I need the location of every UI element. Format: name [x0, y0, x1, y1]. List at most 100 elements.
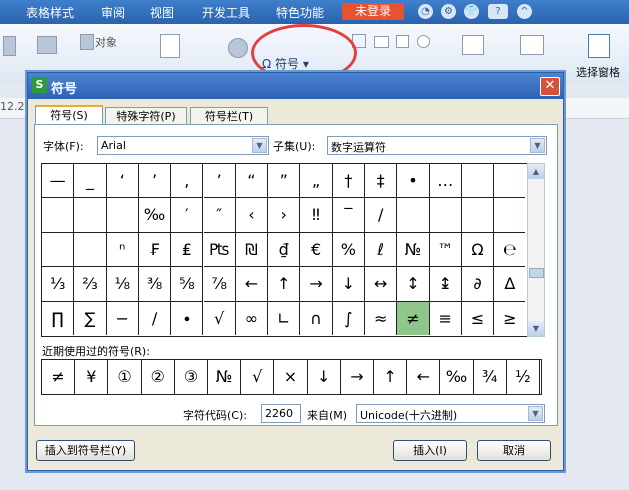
- symbol-cell[interactable]: ⅓: [42, 267, 75, 302]
- select-pane-icon[interactable]: [588, 34, 610, 58]
- symbol-cell[interactable]: −: [107, 301, 139, 335]
- symbol-cell[interactable]: ‼: [300, 198, 333, 233]
- close-button[interactable]: ✕: [540, 77, 560, 96]
- select-pane-label[interactable]: 选择窗格: [576, 64, 620, 80]
- symbol-cell[interactable]: ,: [171, 164, 204, 199]
- scroll-down-icon[interactable]: ▼: [528, 321, 544, 336]
- symbol-cell[interactable]: …: [429, 164, 462, 199]
- symbol-cell[interactable]: [494, 164, 526, 199]
- symbol-cell[interactable]: [42, 232, 75, 268]
- symbol-cell[interactable]: ⅛: [106, 267, 139, 302]
- menu-developer[interactable]: 开发工具: [202, 4, 250, 21]
- symbol-cell[interactable]: ‾: [332, 198, 365, 233]
- sync-icon[interactable]: ◔: [418, 4, 433, 19]
- insert-to-bar-button[interactable]: 插入到符号栏(Y): [36, 440, 135, 461]
- header-footer-icon[interactable]: [160, 34, 180, 58]
- symbol-cell[interactable]: √: [204, 301, 236, 335]
- symbol-cell[interactable]: •: [397, 164, 430, 199]
- object-label[interactable]: 对象: [95, 34, 117, 50]
- object-icon[interactable]: [80, 34, 94, 50]
- symbol-cell[interactable]: ‰: [138, 198, 172, 233]
- symbol-cell[interactable]: ≤: [462, 301, 495, 335]
- help-icon[interactable]: ?: [488, 4, 508, 19]
- recent-symbol-cell[interactable]: →: [341, 360, 374, 394]
- login-button[interactable]: 未登录: [342, 3, 404, 20]
- recent-symbol-cell[interactable]: ‰: [440, 360, 474, 394]
- symbol-cell[interactable]: ℓ: [365, 232, 398, 268]
- collapse-icon[interactable]: ^: [517, 4, 532, 19]
- shape-icon[interactable]: [374, 36, 389, 48]
- radio-icon[interactable]: [417, 35, 430, 48]
- camera-icon[interactable]: [37, 36, 57, 54]
- symbol-cell[interactable]: €: [300, 232, 333, 268]
- subset-select[interactable]: 数字运算符 ▼: [327, 136, 547, 155]
- insert-button[interactable]: 插入(I): [393, 440, 467, 461]
- symbol-cell[interactable]: ‘: [106, 164, 139, 199]
- symbol-cell[interactable]: [461, 164, 495, 199]
- recent-symbol-cell[interactable]: ↑: [374, 360, 408, 394]
- symbol-cell[interactable]: [494, 198, 526, 233]
- recent-symbol-cell[interactable]: ¥: [75, 360, 109, 394]
- symbol-cell[interactable]: ™: [429, 232, 462, 268]
- symbol-cell[interactable]: ₧: [203, 232, 236, 268]
- symbol-cell[interactable]: ’: [138, 164, 172, 199]
- symbol-grid-scrollbar[interactable]: ▲ ▼: [527, 163, 545, 337]
- symbol-cell[interactable]: ≈: [365, 301, 398, 335]
- symbol-cell[interactable]: —: [42, 164, 75, 199]
- symbol-cell[interactable]: ∙: [171, 301, 204, 335]
- settings-icon[interactable]: ⚙: [441, 4, 456, 19]
- symbol-cell[interactable]: ≥: [494, 302, 525, 335]
- symbol-cell[interactable]: ↨: [429, 267, 462, 302]
- symbol-cell[interactable]: %: [332, 232, 365, 268]
- symbol-cell[interactable]: ↓: [332, 267, 365, 302]
- symbol-cell[interactable]: ℮: [494, 233, 526, 268]
- symbol-cell[interactable]: ‹: [235, 198, 269, 233]
- symbol-cell[interactable]: “: [235, 164, 269, 199]
- symbol-cell[interactable]: ∩: [300, 301, 333, 335]
- chevron-down-icon[interactable]: ▼: [530, 138, 545, 153]
- art-text-icon[interactable]: [3, 36, 16, 56]
- symbol-cell[interactable]: ↕: [397, 267, 430, 302]
- symbol-cell[interactable]: ”: [268, 164, 301, 199]
- cancel-button[interactable]: 取消: [477, 440, 551, 461]
- menu-review[interactable]: 审阅: [101, 4, 125, 21]
- skin-icon[interactable]: 👕: [464, 4, 479, 19]
- control-props-icon[interactable]: [462, 35, 484, 55]
- symbol-cell[interactable]: ′: [171, 198, 204, 233]
- symbol-cell[interactable]: [74, 232, 107, 268]
- symbol-cell[interactable]: ∏: [42, 301, 75, 335]
- symbol-cell[interactable]: [42, 198, 75, 233]
- symbol-cell[interactable]: ←: [235, 267, 269, 302]
- recent-symbol-cell[interactable]: ≠: [42, 360, 76, 394]
- recent-symbol-cell[interactable]: №: [208, 360, 242, 394]
- symbol-cell[interactable]: ∞: [236, 301, 269, 335]
- tab-symbol[interactable]: 符号(S): [35, 105, 103, 126]
- dialog-titlebar[interactable]: S 符号 ✕: [28, 73, 563, 99]
- recent-symbol-cell[interactable]: ↓: [308, 360, 341, 394]
- symbol-cell[interactable]: ∕: [139, 301, 172, 335]
- chevron-down-icon[interactable]: ▼: [252, 138, 267, 153]
- symbol-cell[interactable]: ≡: [430, 301, 462, 335]
- tab-symbol-bar[interactable]: 符号栏(T): [190, 107, 268, 125]
- symbol-cell[interactable]: [106, 198, 139, 233]
- symbol-cell[interactable]: ∫: [333, 301, 365, 335]
- symbol-cell[interactable]: ″: [203, 198, 236, 233]
- recent-symbol-cell[interactable]: ③: [175, 360, 208, 394]
- symbol-cell[interactable]: ⁿ: [106, 232, 139, 268]
- symbol-cell[interactable]: ∟: [268, 301, 301, 335]
- scroll-up-icon[interactable]: ▲: [528, 164, 544, 179]
- symbol-cell[interactable]: ›: [268, 198, 301, 233]
- recent-symbol-cell[interactable]: ¾: [474, 360, 507, 394]
- symbol-cell[interactable]: ₪: [235, 232, 269, 268]
- symbol-cell[interactable]: ’: [203, 164, 236, 199]
- tab-special-chars[interactable]: 特殊字符(P): [105, 107, 187, 125]
- symbol-cell[interactable]: Ω: [461, 232, 495, 268]
- symbol-cell[interactable]: [397, 198, 430, 233]
- symbol-cell[interactable]: [74, 198, 107, 233]
- menu-table-style[interactable]: 表格样式: [26, 4, 74, 21]
- symbol-cell[interactable]: ‡: [365, 164, 398, 199]
- symbol-cell[interactable]: ₣: [138, 232, 172, 268]
- symbol-cell[interactable]: †: [332, 164, 365, 199]
- symbol-cell[interactable]: [429, 198, 462, 233]
- recent-symbol-cell[interactable]: ①: [108, 360, 142, 394]
